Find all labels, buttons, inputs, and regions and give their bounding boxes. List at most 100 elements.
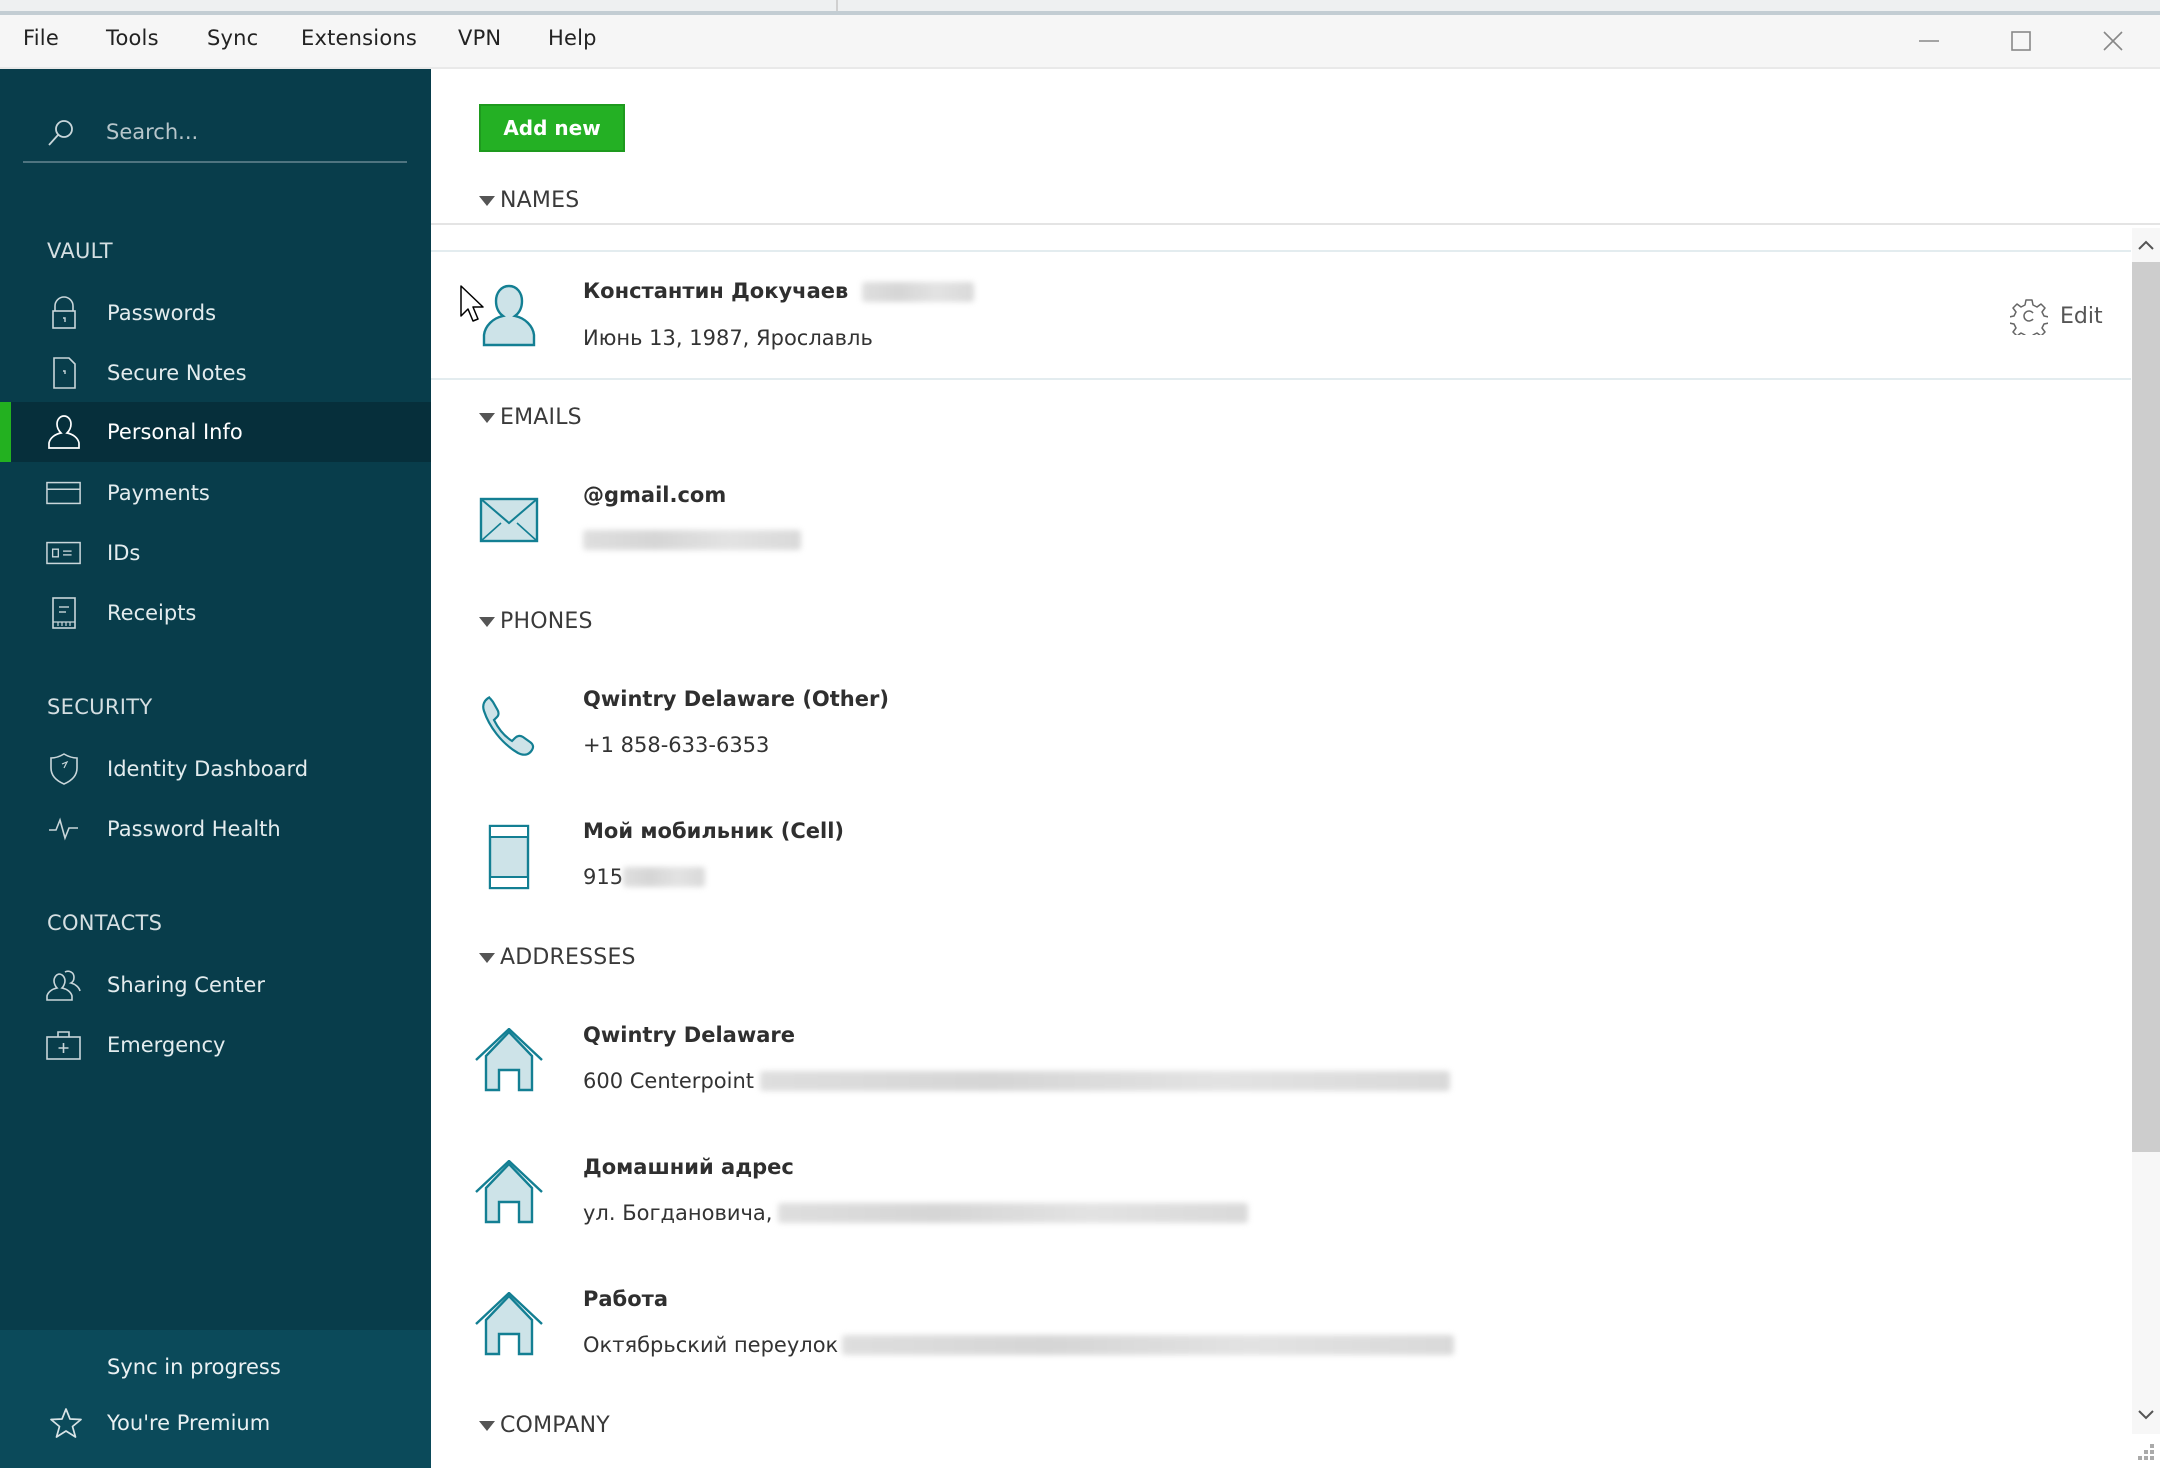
star-icon [48,1405,84,1441]
sidebar-item-passwords[interactable]: Passwords [0,283,431,343]
sidebar-item-secure-notes[interactable]: Secure Notes [0,343,431,403]
people-icon [46,967,82,1003]
first-aid-kit-icon [46,1027,82,1063]
name-text: Константин Докучаев [583,279,849,303]
sidebar-item-password-health[interactable]: Password Health [0,799,431,859]
redacted-address [760,1071,1450,1091]
chevron-down-icon [2138,1410,2154,1420]
item-title: @gmail.com [583,483,727,507]
mouse-cursor-icon [460,285,490,329]
search-icon [45,116,77,148]
menu-tools[interactable]: Tools [106,26,159,50]
sync-status: Sync in progress [107,1355,281,1379]
section-header-vault: VAULT [47,239,113,263]
premium-label: You're Premium [107,1411,271,1435]
group-label: ADDRESSES [500,945,636,970]
house-icon [474,1025,544,1095]
sidebar-item-sharing-center[interactable]: Sharing Center [0,955,431,1015]
collapse-triangle-icon [479,1420,495,1431]
scroll-down-button[interactable] [2132,1400,2160,1430]
item-subtitle: Июнь 13, 1987, Ярославль [583,326,873,350]
group-header-names[interactable]: NAMES [479,188,579,213]
redacted-nickname [861,282,974,302]
search-input[interactable] [106,115,396,149]
sidebar-item-label: Payments [107,481,210,505]
envelope-icon [474,485,544,555]
address-prefix: ул. Богдановича, [583,1201,773,1225]
add-new-button[interactable]: Add new [479,104,625,152]
gear-icon [2010,299,2048,335]
group-header-phones[interactable]: PHONES [479,609,593,634]
sidebar-item-identity-dashboard[interactable]: Identity Dashboard [0,739,431,799]
list-item-name[interactable] [431,250,2131,380]
phone-prefix: 915 [583,865,624,889]
menu-extensions[interactable]: Extensions [301,26,417,50]
item-subtitle: Октябрьский переулок [583,1333,1455,1357]
redacted-address [778,1203,1249,1223]
house-icon [474,1157,544,1227]
close-button[interactable] [2073,15,2153,67]
window-top-edge [0,0,2160,15]
sidebar-item-ids[interactable]: IDs [0,523,431,583]
item-subtitle: 915 [583,865,706,889]
section-header-contacts: CONTACTS [47,911,163,935]
menu-sync[interactable]: Sync [207,26,258,50]
collapse-triangle-icon [479,195,495,206]
shield-icon [46,751,82,787]
menu-file[interactable]: File [23,26,59,50]
collapse-triangle-icon [479,412,495,423]
scroll-up-button[interactable] [2132,230,2160,260]
item-title: Мой мобильник (Cell) [583,819,845,843]
premium-status-link[interactable]: You're Premium [0,1393,431,1453]
edit-label: Edit [2060,303,2103,329]
sidebar-item-label: Password Health [107,817,281,841]
lock-icon [46,295,82,331]
sidebar-item-label: Passwords [107,301,217,325]
item-subtitle: ул. Богдановича, [583,1201,1249,1225]
item-title: Константин Докучаев [583,279,974,303]
group-header-company[interactable]: COMPANY [479,1413,610,1438]
collapse-triangle-icon [479,952,495,963]
redacted-email [583,530,801,550]
phone-handset-icon [474,690,544,760]
group-header-addresses[interactable]: ADDRESSES [479,945,636,970]
sidebar-item-label: Receipts [107,601,197,625]
item-title: Qwintry Delaware [583,1023,796,1047]
chevron-up-icon [2138,240,2154,250]
tab-separator [836,0,838,11]
address-prefix: 600 Centerpoint [583,1069,754,1093]
redacted-address [842,1335,1455,1355]
sidebar-item-label: Sharing Center [107,973,265,997]
group-header-emails[interactable]: EMAILS [479,405,582,430]
id-card-icon [46,535,82,571]
item-subtitle [583,530,801,550]
item-title: Qwintry Delaware (Other) [583,687,889,711]
group-label: NAMES [500,188,580,213]
minimize-icon [1919,40,1939,42]
sidebar-item-payments[interactable]: Payments [0,463,431,523]
person-icon [46,414,82,450]
address-prefix: Октябрьский переулок [583,1333,839,1357]
edit-button[interactable]: Edit [2010,296,2103,336]
sidebar-item-label: Emergency [107,1033,226,1057]
note-icon [46,355,82,391]
sidebar-item-receipts[interactable]: Receipts [0,583,431,643]
sidebar-item-label: Secure Notes [107,361,247,385]
sidebar-item-personal-info[interactable]: Personal Info [0,402,431,462]
names-divider [431,223,2160,225]
section-header-security: SECURITY [47,695,153,719]
minimize-button[interactable] [1889,15,1969,67]
item-title: Работа [583,1287,668,1311]
menu-vpn[interactable]: VPN [458,26,501,50]
search-underline [23,161,407,163]
receipt-icon [46,595,82,631]
menu-help[interactable]: Help [548,26,597,50]
item-title: Домашний адрес [583,1155,794,1179]
resize-grip-icon[interactable] [2130,1436,2158,1464]
maximize-button[interactable] [1981,15,2061,67]
item-subtitle: +1 858-633-6353 [583,733,770,757]
redacted-phone [623,867,706,887]
sidebar-item-emergency[interactable]: Emergency [0,1015,431,1075]
maximize-icon [2011,31,2031,51]
scrollbar-thumb[interactable] [2132,262,2160,1152]
